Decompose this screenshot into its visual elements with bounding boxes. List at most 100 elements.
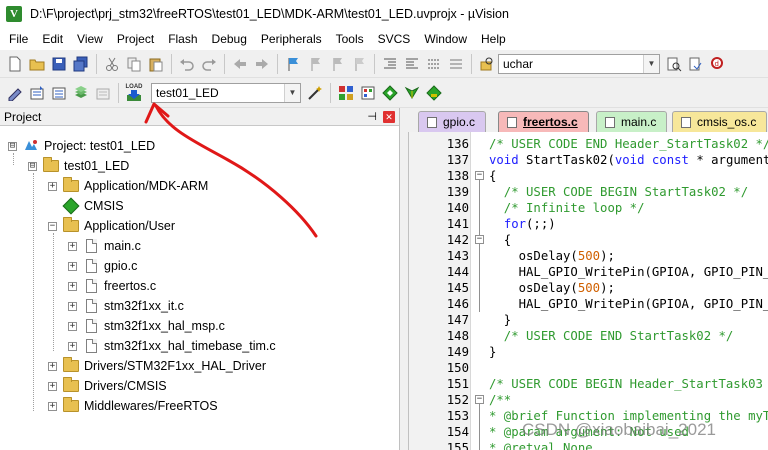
open-file-button[interactable]: [27, 54, 47, 74]
tree-item-file[interactable]: + freertos.c: [68, 276, 156, 296]
download-load-button[interactable]: LOAD: [124, 83, 144, 103]
target-select[interactable]: test01_LED ▼: [151, 82, 301, 103]
cut-button[interactable]: [102, 54, 122, 74]
debug-session-button[interactable]: d: [708, 54, 728, 74]
collapse-icon[interactable]: ⊟: [28, 161, 37, 171]
copy-button[interactable]: [124, 54, 144, 74]
code-line[interactable]: 145 osDelay(500);: [409, 280, 768, 296]
code-line[interactable]: 151 /* USER CODE BEGIN Header_StartTask03…: [409, 376, 768, 392]
unindent-button[interactable]: [402, 54, 422, 74]
tree-item-file[interactable]: + stm32f1xx_hal_timebase_tim.c: [68, 336, 276, 356]
new-file-button[interactable]: [5, 54, 25, 74]
incremental-find-button[interactable]: [686, 54, 706, 74]
expand-icon[interactable]: +: [68, 341, 77, 351]
software-packs-button[interactable]: [424, 83, 444, 103]
code-line[interactable]: 144 HAL_GPIO_WritePin(GPIOA, GPIO_PIN_: [409, 264, 768, 280]
rebuild-button[interactable]: [49, 83, 69, 103]
collapse-icon[interactable]: ⊟: [8, 141, 17, 151]
undo-button[interactable]: [177, 54, 197, 74]
menu-edit[interactable]: Edit: [35, 28, 70, 50]
next-bookmark-button[interactable]: [327, 54, 347, 74]
code-line[interactable]: 147 }: [409, 312, 768, 328]
manage-project-items-button[interactable]: [336, 83, 356, 103]
menu-flash[interactable]: Flash: [161, 28, 204, 50]
code-line[interactable]: 146 HAL_GPIO_WritePin(GPIOA, GPIO_PIN_: [409, 296, 768, 312]
tree-item-file[interactable]: + stm32f1xx_hal_msp.c: [68, 316, 225, 336]
indent-button[interactable]: [380, 54, 400, 74]
translate-button[interactable]: [5, 83, 25, 103]
fold-toggle-icon[interactable]: −: [475, 395, 484, 404]
menu-svcs[interactable]: SVCS: [371, 28, 418, 50]
code-line[interactable]: 155 * @retval None: [409, 440, 768, 450]
stop-build-button[interactable]: [93, 83, 113, 103]
code-line[interactable]: 136 /* USER CODE END Header_StartTask02 *…: [409, 136, 768, 152]
menu-tools[interactable]: Tools: [329, 28, 371, 50]
code-line[interactable]: 143 osDelay(500);: [409, 248, 768, 264]
tree-item-group[interactable]: − Application/User: [48, 216, 175, 236]
save-button[interactable]: [49, 54, 69, 74]
pin-icon[interactable]: ⊣: [367, 110, 377, 123]
tab-cmsis-os-c[interactable]: cmsis_os.c: [672, 111, 768, 132]
redo-button[interactable]: [199, 54, 219, 74]
menu-window[interactable]: Window: [417, 28, 474, 50]
tree-item-file[interactable]: + gpio.c: [68, 256, 137, 276]
menu-debug[interactable]: Debug: [205, 28, 254, 50]
find-combo[interactable]: uchar ▼: [498, 53, 660, 74]
select-packs-button[interactable]: [380, 83, 400, 103]
expand-icon[interactable]: +: [48, 381, 57, 391]
tree-item-component[interactable]: CMSIS: [62, 196, 124, 216]
tree-item-file[interactable]: + stm32f1xx_it.c: [68, 296, 184, 316]
tab-main-c[interactable]: main.c: [596, 111, 668, 132]
expand-icon[interactable]: +: [68, 321, 77, 331]
tree-item-target[interactable]: ⊟ test01_LED: [28, 156, 129, 176]
collapse-icon[interactable]: −: [48, 221, 57, 231]
expand-icon[interactable]: +: [68, 301, 77, 311]
tree-item-group[interactable]: + Drivers/CMSIS: [48, 376, 167, 396]
tab-gpio-c[interactable]: gpio.c: [418, 111, 487, 132]
target-options-button[interactable]: [305, 83, 325, 103]
navigate-back-button[interactable]: [230, 54, 250, 74]
menu-peripherals[interactable]: Peripherals: [254, 28, 329, 50]
code-line[interactable]: 148 /* USER CODE END StartTask02 */: [409, 328, 768, 344]
comment-button[interactable]: [424, 54, 444, 74]
tree-item-group[interactable]: + Middlewares/FreeRTOS: [48, 396, 218, 416]
code-line[interactable]: 141 for(;;): [409, 216, 768, 232]
chevron-down-icon[interactable]: ▼: [643, 54, 659, 73]
close-icon[interactable]: ✕: [383, 110, 395, 123]
expand-icon[interactable]: +: [68, 261, 77, 271]
menu-help[interactable]: Help: [474, 28, 513, 50]
pack-installer-button[interactable]: [402, 83, 422, 103]
expand-icon[interactable]: +: [48, 181, 57, 191]
manage-run-time-env-button[interactable]: [358, 83, 378, 103]
menu-file[interactable]: File: [2, 28, 35, 50]
code-line[interactable]: 140 /* Infinite loop */: [409, 200, 768, 216]
tree-item-project[interactable]: ⊟ Project: test01_LED: [8, 136, 155, 156]
tree-item-group[interactable]: + Application/MDK-ARM: [48, 176, 208, 196]
tab-freertos-c[interactable]: freertos.c: [498, 111, 589, 132]
bookmark-button[interactable]: [283, 54, 303, 74]
prev-bookmark-button[interactable]: [305, 54, 325, 74]
code-line[interactable]: 150: [409, 360, 768, 376]
find-button[interactable]: [664, 54, 684, 74]
code-line[interactable]: 142− {: [409, 232, 768, 248]
save-all-button[interactable]: [71, 54, 91, 74]
expand-icon[interactable]: +: [48, 401, 57, 411]
expand-icon[interactable]: +: [68, 281, 77, 291]
code-line[interactable]: 152−/**: [409, 392, 768, 408]
menu-project[interactable]: Project: [110, 28, 161, 50]
expand-icon[interactable]: +: [48, 361, 57, 371]
expand-icon[interactable]: +: [68, 241, 77, 251]
batch-build-button[interactable]: [71, 83, 91, 103]
navigate-forward-button[interactable]: [252, 54, 272, 74]
code-line[interactable]: 149}: [409, 344, 768, 360]
fold-toggle-icon[interactable]: −: [475, 171, 484, 180]
fold-toggle-icon[interactable]: −: [475, 235, 484, 244]
menu-view[interactable]: View: [70, 28, 110, 50]
code-line[interactable]: 137 void StartTask02(void const * argumen…: [409, 152, 768, 168]
paste-button[interactable]: [146, 54, 166, 74]
code-line[interactable]: 139 /* USER CODE BEGIN StartTask02 */: [409, 184, 768, 200]
clear-bookmarks-button[interactable]: [349, 54, 369, 74]
code-editor[interactable]: 136 /* USER CODE END Header_StartTask02 *…: [408, 132, 768, 450]
code-line[interactable]: 138−{: [409, 168, 768, 184]
tree-item-file[interactable]: + main.c: [68, 236, 141, 256]
